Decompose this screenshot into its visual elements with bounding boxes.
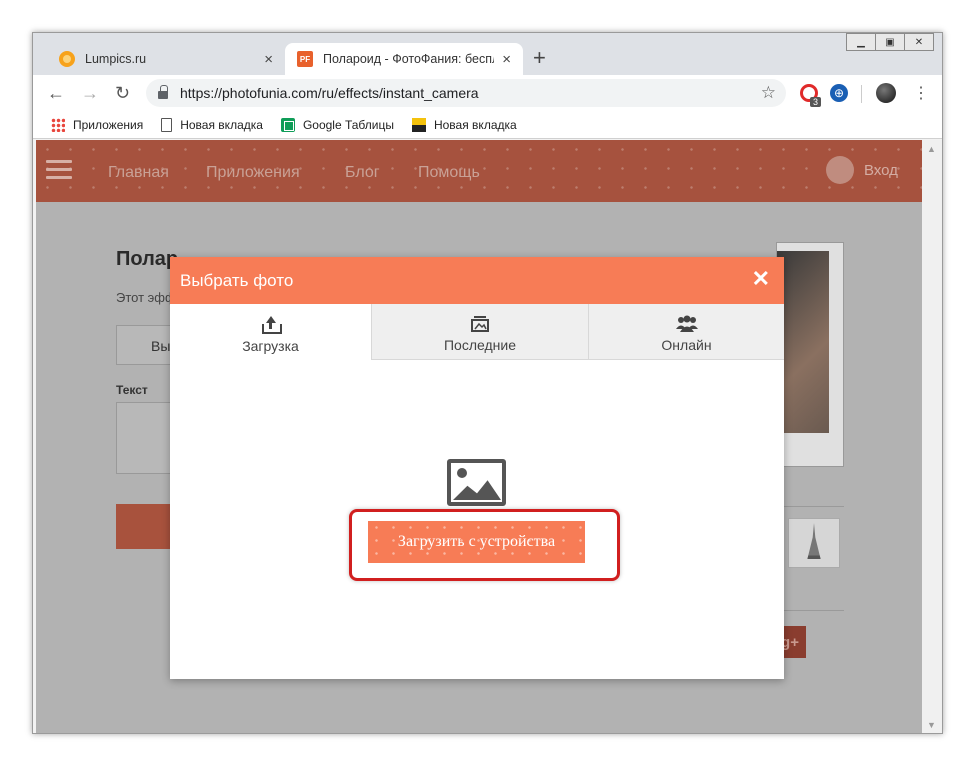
toolbar-divider [861, 85, 862, 103]
tab-title: Lumpics.ru [85, 52, 147, 66]
sheets-icon [280, 117, 295, 132]
minimize-button[interactable]: ▁ [846, 33, 876, 51]
divider [776, 610, 844, 611]
bookmark-new-tab-2[interactable]: Новая вкладка [411, 117, 517, 132]
tab-close-icon[interactable]: × [264, 51, 273, 68]
effect-description: Этот эфф [116, 290, 176, 305]
hamburger-menu-icon[interactable] [46, 160, 72, 184]
tab-lumpics[interactable]: Lumpics.ru × [47, 43, 285, 75]
tab-label: Онлайн [661, 337, 712, 353]
web-page: Главная Приложения Блог Помощь Вход Пола… [36, 140, 922, 733]
tab-label: Последние [443, 337, 516, 353]
bookmark-apps[interactable]: Приложения [51, 117, 144, 132]
upload-icon [261, 316, 282, 334]
recent-photos-icon [471, 316, 489, 332]
menu-dots-icon[interactable]: ⋮ [913, 83, 929, 103]
photofunia-favicon-icon: PF [297, 51, 313, 67]
tab-recent[interactable]: Последние [371, 304, 588, 360]
forward-arrow-icon[interactable]: → [81, 83, 99, 103]
lock-icon [158, 85, 168, 99]
example-thumbnail[interactable] [788, 518, 840, 568]
login-link[interactable]: Вход [864, 162, 898, 179]
new-tab-button[interactable]: + [533, 47, 546, 69]
choose-photo-button[interactable]: Вы [116, 325, 176, 365]
nav-blog[interactable]: Блог [345, 164, 380, 182]
select-photo-dialog: Выбрать фото ✕ Загрузка Последние Онлайн… [170, 257, 784, 679]
bookmark-new-tab[interactable]: Новая вкладка [161, 117, 263, 132]
extension-badge: 3 [810, 97, 822, 107]
example-photo [776, 242, 844, 467]
browser-toolbar: ← → ↻ https://photofunia.com/ru/effects/… [33, 75, 942, 111]
tab-strip: Lumpics.ru × PF Полароид - ФотоФания: бе… [33, 33, 942, 75]
profile-avatar[interactable] [876, 83, 896, 103]
window-controls: ▁ ▣ ✕ [846, 33, 934, 51]
text-label: Текст [116, 383, 148, 397]
divider [776, 506, 844, 507]
upload-from-device-button[interactable]: Загрузить с устройства [368, 521, 585, 563]
scroll-down-icon[interactable]: ▼ [927, 720, 936, 730]
nav-home[interactable]: Главная [108, 164, 169, 182]
bookmark-label: Новая вкладка [180, 117, 263, 132]
user-avatar-icon[interactable] [826, 156, 854, 184]
bookmark-label: Google Таблицы [302, 117, 394, 132]
dialog-tabs: Загрузка Последние Онлайн [170, 304, 784, 360]
browser-window: Lumpics.ru × PF Полароид - ФотоФания: бе… [32, 32, 943, 734]
text-field[interactable] [116, 402, 176, 474]
url-text[interactable]: https://photofunia.com/ru/effects/instan… [180, 85, 479, 101]
go-button[interactable] [116, 504, 176, 549]
close-window-button[interactable]: ✕ [904, 33, 934, 51]
image-placeholder-icon [447, 459, 506, 506]
image-icon [411, 117, 426, 132]
tab-photofunia[interactable]: PF Полароид - ФотоФания: беспла × [285, 43, 523, 75]
bookmarks-bar: Приложения Новая вкладка Google Таблицы … [33, 111, 942, 139]
bookmark-star-icon[interactable]: ☆ [761, 83, 776, 103]
tab-title: Полароид - ФотоФания: беспла [323, 52, 495, 66]
tab-close-icon[interactable]: × [502, 51, 511, 68]
lumpics-favicon-icon [59, 51, 75, 67]
bookmark-label: Приложения [73, 117, 144, 132]
bookmark-label: Новая вкладка [433, 117, 517, 132]
apps-grid-icon [51, 117, 65, 132]
nav-help[interactable]: Помощь [418, 164, 480, 182]
reload-icon[interactable]: ↻ [115, 83, 130, 103]
restore-button[interactable]: ▣ [875, 33, 905, 51]
dialog-title: Выбрать фото [180, 271, 294, 290]
scroll-up-icon[interactable]: ▲ [927, 144, 936, 154]
page-scrollbar[interactable]: ▲ ▼ [922, 140, 942, 733]
tab-label: Загрузка [242, 338, 299, 354]
effect-title: Полар [116, 248, 179, 270]
users-icon [675, 315, 698, 332]
dialog-header: Выбрать фото ✕ [170, 257, 784, 304]
address-bar[interactable]: https://photofunia.com/ru/effects/instan… [146, 79, 786, 107]
tab-online[interactable]: Онлайн [588, 304, 784, 360]
globe-extension-icon[interactable]: ⊕ [830, 84, 848, 102]
bookmark-google-sheets[interactable]: Google Таблицы [280, 117, 394, 132]
tab-upload[interactable]: Загрузка [170, 304, 371, 360]
close-icon[interactable]: ✕ [752, 267, 770, 291]
back-arrow-icon[interactable]: ← [47, 83, 65, 103]
document-icon [161, 117, 173, 132]
site-header: Главная Приложения Блог Помощь Вход [36, 140, 922, 202]
nav-apps[interactable]: Приложения [206, 164, 300, 182]
